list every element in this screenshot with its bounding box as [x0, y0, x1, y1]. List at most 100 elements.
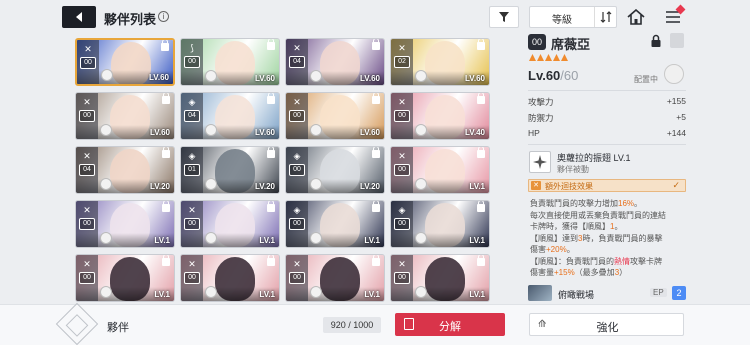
slot-number: 00	[394, 218, 410, 230]
star-icon	[561, 54, 568, 61]
lock-icon[interactable]	[161, 40, 169, 51]
equipped-avatar	[100, 124, 112, 136]
description-line: 卡牌時，獲得【順風】1。	[530, 221, 688, 233]
lock-icon[interactable]	[267, 93, 275, 104]
partner-card[interactable]: ✕ 04 LV.60	[285, 38, 385, 86]
description-line: 【順風】：負責戰鬥員的熱情攻擊卡牌	[530, 256, 688, 268]
partner-card[interactable]: ✕ 00 LV.1	[390, 254, 490, 302]
stat-defense: 防禦力 +5	[528, 112, 686, 126]
partner-card[interactable]: ◈ 04 LV.60	[180, 92, 280, 140]
slot-number: 04	[289, 56, 305, 68]
extra-effect-label: 額外迴技效果	[545, 182, 593, 191]
star-icon	[529, 54, 536, 61]
lock-icon[interactable]	[162, 201, 170, 212]
role-icon: ✕	[188, 205, 196, 215]
stat-value: +5	[676, 112, 686, 122]
partner-card[interactable]: ✕ 00 LV.60	[75, 92, 175, 140]
partner-card[interactable]: ✕ 00 LV.60	[285, 92, 385, 140]
partner-card[interactable]: ✕ 00 LV.1	[390, 146, 490, 194]
enhance-label: 強化	[596, 322, 619, 334]
description-text: （最多疊加	[574, 268, 615, 277]
description-text: 每次直接使用或丟棄負責戰鬥員的連結	[530, 210, 666, 220]
lock-icon[interactable]	[372, 201, 380, 212]
role-icon: ✕	[83, 151, 91, 161]
lock-icon[interactable]	[267, 147, 275, 158]
lock-icon[interactable]	[649, 34, 663, 48]
enhance-button[interactable]: ⟰ 強化	[529, 313, 684, 336]
star-icon	[537, 54, 544, 61]
role-icon: ✕	[398, 259, 406, 269]
description-text: 傷害	[530, 245, 546, 254]
extra-effect-toggle[interactable]: ✕ 額外迴技效果 ✓	[528, 179, 686, 192]
stat-value: +144	[666, 128, 686, 138]
filter-button[interactable]	[489, 6, 519, 28]
lock-icon[interactable]	[372, 93, 380, 104]
menu-button[interactable]	[660, 4, 686, 28]
lock-icon[interactable]	[162, 147, 170, 158]
lock-icon[interactable]	[477, 39, 485, 50]
info-icon[interactable]: i	[158, 11, 169, 22]
lock-icon[interactable]	[477, 255, 485, 266]
home-button[interactable]	[625, 6, 647, 28]
stat-label: 攻擊力	[528, 97, 554, 107]
role-icon: ◈	[293, 205, 301, 215]
partner-card[interactable]: ✕ 00 LV.1	[285, 254, 385, 302]
ep-label: EP	[650, 288, 667, 297]
card-level: LV.60	[148, 73, 169, 82]
partner-card-grid: ✕ 00 LV.60 ⟆ 00 LV.60 ✕ 04 LV.60 ✕ 02 LV.60 ✕ 00 LV.60…	[75, 38, 515, 302]
partner-card[interactable]: ✕ 00 LV.1	[75, 254, 175, 302]
equipped-avatar	[205, 286, 217, 298]
partner-card[interactable]: ◈ 00 LV.1	[285, 200, 385, 248]
lock-icon[interactable]	[162, 255, 170, 266]
sort-direction-button[interactable]	[594, 7, 616, 27]
description-text: 【順風】：負責戰鬥員的	[530, 256, 614, 266]
role-icon: ✕	[83, 205, 91, 215]
card-level: LV.20	[254, 182, 275, 191]
lock-icon[interactable]	[372, 255, 380, 266]
equipped-avatar	[415, 286, 427, 298]
partner-card[interactable]: ✕ 02 LV.60	[390, 38, 490, 86]
partner-card[interactable]: ✕ 00 LV.40	[390, 92, 490, 140]
equipped-avatar	[100, 232, 112, 244]
dismantle-button[interactable]: 分解	[395, 313, 505, 336]
card-level: LV.20	[359, 182, 380, 191]
lock-icon[interactable]	[267, 201, 275, 212]
partner-card[interactable]: ✕ 00 LV.1	[180, 200, 280, 248]
description-line: 傷害+20%。	[530, 244, 688, 256]
partner-card[interactable]: ◈ 01 LV.20	[180, 146, 280, 194]
lock-icon[interactable]	[267, 39, 275, 50]
partner-card[interactable]: ✕ 00 LV.1	[180, 254, 280, 302]
lock-icon[interactable]	[477, 201, 485, 212]
star-icon	[553, 54, 560, 61]
equipped-character-avatar[interactable]	[664, 64, 684, 84]
equipped-avatar	[205, 70, 217, 82]
trash-icon[interactable]	[670, 33, 684, 48]
lock-icon[interactable]	[477, 93, 485, 104]
partner-card[interactable]: ✕ 00 LV.1	[75, 200, 175, 248]
sort-order-icon	[600, 11, 611, 23]
lock-icon[interactable]	[372, 39, 380, 50]
ep-skill-row[interactable]: 俯瞰戰場 EP 2	[528, 285, 686, 302]
lock-icon[interactable]	[267, 255, 275, 266]
slot-number: 00	[394, 110, 410, 122]
partner-card[interactable]: ✕ 00 LV.60	[75, 38, 175, 86]
equipped-avatar	[310, 178, 322, 190]
back-arrow-icon	[76, 12, 82, 22]
lock-icon[interactable]	[372, 147, 380, 158]
description-text: 16%	[618, 199, 635, 208]
sort-dropdown[interactable]: 等級	[529, 6, 617, 28]
slot-number: 00	[79, 218, 95, 230]
equipped-avatar	[415, 178, 427, 190]
skill-icon[interactable]	[529, 151, 551, 173]
lock-icon[interactable]	[477, 147, 485, 158]
slot-number: 04	[184, 110, 200, 122]
equipped-avatar	[100, 178, 112, 190]
back-button[interactable]	[62, 6, 96, 28]
partner-card[interactable]: ◈ 00 LV.1	[390, 200, 490, 248]
partner-card[interactable]: ◈ 00 LV.20	[285, 146, 385, 194]
partner-card[interactable]: ⟆ 00 LV.60	[180, 38, 280, 86]
slot-number: 00	[79, 272, 95, 284]
partner-card[interactable]: ✕ 04 LV.20	[75, 146, 175, 194]
slot-number: 00	[184, 272, 200, 284]
lock-icon[interactable]	[162, 93, 170, 104]
